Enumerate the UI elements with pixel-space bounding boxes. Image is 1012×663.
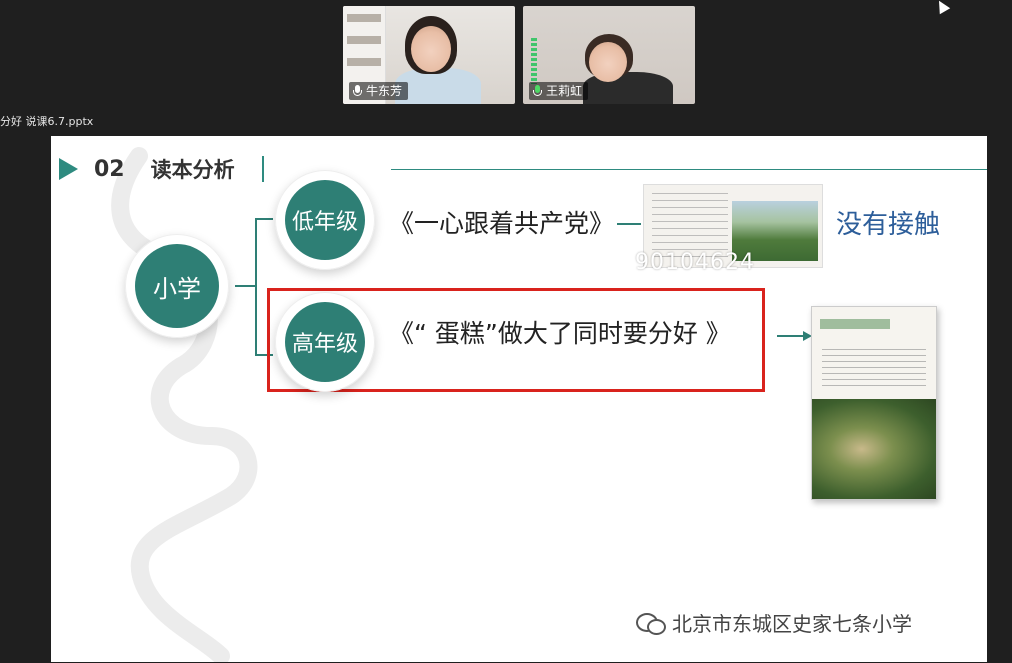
watermark-text: 北京市东城区史家七条小学 bbox=[672, 612, 912, 636]
lower-grade-book-title: 《一心跟着共产党》 bbox=[389, 209, 615, 238]
participant-2-face bbox=[589, 42, 627, 82]
mic-muted-icon bbox=[353, 85, 362, 97]
audio-level-indicator bbox=[531, 38, 537, 84]
participant-2-name-tag: 王莉虹 bbox=[529, 82, 589, 100]
wechat-watermark: 北京市东城区史家七条小学 bbox=[636, 608, 912, 637]
video-tile-participant-1[interactable]: 牛东芳 bbox=[343, 6, 515, 104]
root-connector bbox=[235, 285, 257, 287]
root-node-label: 小学 bbox=[135, 244, 219, 328]
play-triangle-icon bbox=[59, 158, 78, 180]
section-title: 读本分析 bbox=[150, 158, 235, 182]
participant-1-name-tag: 牛东芳 bbox=[349, 82, 409, 100]
mouse-cursor-icon bbox=[933, 0, 951, 15]
shared-file-bar: 分好 说课6.7.pptx bbox=[0, 110, 1012, 134]
thumbnail-chapter-header bbox=[820, 319, 890, 329]
section-header: 02 读本分析 bbox=[59, 154, 235, 184]
lower-grade-note: 没有接触 bbox=[836, 210, 941, 240]
shared-file-name: 分好 说课6.7.pptx bbox=[0, 115, 94, 128]
mic-active-icon bbox=[533, 85, 542, 97]
participant-2-name: 王莉虹 bbox=[546, 84, 583, 98]
participant-1-face bbox=[411, 26, 451, 72]
upper-grade-arrow bbox=[777, 335, 805, 337]
overlay-number: 90104624 bbox=[635, 250, 755, 275]
thumbnail-aerial-image bbox=[812, 399, 936, 499]
presentation-slide: 02 读本分析 小学 低年级 《一心跟着共产党》 没有接触 90104624 高… bbox=[51, 136, 987, 662]
lower-grade-node: 低年级 bbox=[275, 170, 375, 270]
root-node: 小学 bbox=[125, 234, 229, 338]
header-separator bbox=[262, 156, 264, 182]
thumbnail-text-lines bbox=[822, 349, 926, 389]
lower-grade-arrow bbox=[617, 223, 641, 225]
wechat-icon bbox=[636, 611, 666, 635]
upper-grade-node: 高年级 bbox=[275, 292, 375, 392]
section-number: 02 bbox=[94, 156, 125, 182]
header-rule bbox=[391, 169, 987, 170]
lower-grade-label: 低年级 bbox=[285, 180, 365, 260]
upper-grade-label: 高年级 bbox=[285, 302, 365, 382]
participant-1-name: 牛东芳 bbox=[366, 84, 403, 98]
upper-grade-book-thumbnail bbox=[811, 306, 937, 500]
video-tile-participant-2[interactable]: 王莉虹 bbox=[523, 6, 695, 104]
upper-grade-book-title: 《“ 蛋糕”做大了同时要分好 》 bbox=[389, 319, 731, 348]
